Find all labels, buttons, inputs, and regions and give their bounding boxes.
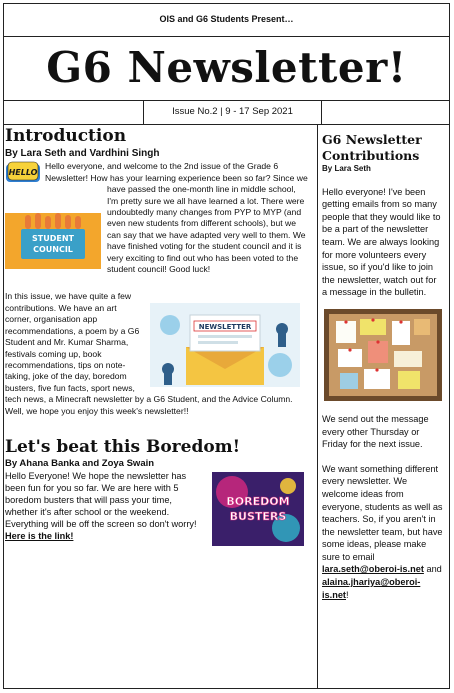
boredom-heading: Let's beat this Boredom! [5, 436, 241, 457]
hello-badge-image: HELLO [5, 161, 41, 185]
boredom-text: Hello Everyone! We hope the newsletter h… [5, 471, 197, 530]
email-link-alaina[interactable]: alaina.jhariya@oberoi-is.net [322, 577, 420, 600]
sidebar-paragraph-3: We want something different every newsle… [322, 463, 444, 602]
boredom-busters-image: BOREDOM BUSTERS [212, 472, 304, 547]
council-sign-line1: STUDENT [32, 234, 75, 243]
sidebar-title: G6 Newsletter Contributions [322, 132, 422, 163]
intro-byline: By Lara Seth and Vardhini Singh [5, 148, 160, 159]
sidebar-paragraph-1: Hello everyone! I've been getting emails… [322, 186, 441, 298]
intro-heading: Introduction [5, 126, 127, 146]
newsletter-sign-text: NEWSLETTER [199, 323, 252, 331]
email-link-lara[interactable]: lara.seth@oberoi-is.net [322, 564, 424, 574]
council-sign-line2: COUNCIL [33, 245, 73, 254]
sidebar-end: ! [346, 589, 349, 600]
sidebar-byline: By Lara Seth [322, 164, 371, 173]
presents-banner: OIS and G6 Students Present… [4, 4, 449, 37]
newsletter-image: NEWSLETTER [150, 303, 300, 388]
newsletter-title: G6 Newsletter! [46, 43, 407, 92]
bulletin-board-image [324, 308, 444, 401]
busters-line1: BOREDOM [226, 495, 289, 508]
sidebar-paragraph-3-text: We want something different every newsle… [322, 463, 443, 562]
column-divider [317, 125, 318, 688]
sidebar-and: and [426, 564, 442, 575]
issue-label: Issue No.2 | 9 - 17 Sep 2021 [143, 99, 322, 125]
sidebar-paragraph-2: We send out the message every other Thur… [322, 413, 429, 450]
boredom-byline: By Ahana Banka and Zoya Swain [5, 457, 155, 469]
boredom-link[interactable]: Here is the link! [5, 531, 73, 541]
hello-badge-text: HELLO [9, 168, 38, 177]
busters-line2: BUSTERS [230, 510, 287, 523]
student-council-image: STUDENT COUNCIL [5, 213, 101, 270]
sidebar-column: G6 Newsletter Contributions By Lara Seth… [322, 132, 444, 601]
issue-row: Issue No.2 | 9 - 17 Sep 2021 [4, 99, 449, 125]
main-column: Introduction By Lara Seth and Vardhini S… [5, 126, 308, 548]
